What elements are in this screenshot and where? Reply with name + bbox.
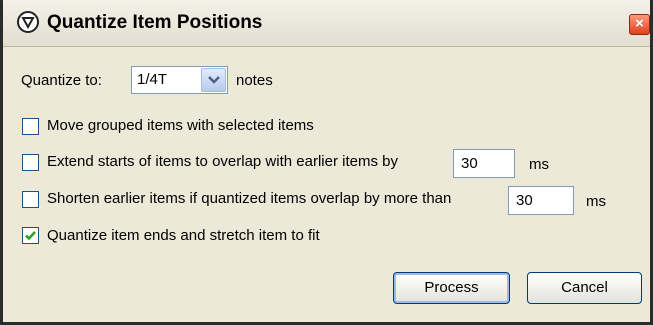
process-button[interactable]: Process xyxy=(393,272,510,304)
title-bar[interactable]: Quantize Item Positions × xyxy=(3,0,650,47)
checkmark-icon xyxy=(25,231,36,241)
move-grouped-label: Move grouped items with selected items xyxy=(47,117,314,134)
shorten-earlier-checkbox[interactable] xyxy=(22,191,39,208)
move-grouped-checkbox[interactable] xyxy=(22,118,39,135)
notes-unit-label: notes xyxy=(236,72,273,89)
quantize-ends-checkbox[interactable] xyxy=(22,227,39,244)
quantize-grid-value: 1/4T xyxy=(137,71,168,88)
quantize-ends-label: Quantize item ends and stretch item to f… xyxy=(47,227,320,244)
extend-starts-ms-input[interactable]: 30 xyxy=(453,149,515,178)
quantize-grid-select[interactable]: 1/4T xyxy=(131,66,228,94)
close-button[interactable]: × xyxy=(629,14,650,35)
cancel-button[interactable]: Cancel xyxy=(527,272,642,304)
chevron-down-icon[interactable] xyxy=(201,68,226,92)
shorten-earlier-ms-unit: ms xyxy=(586,193,606,210)
shorten-earlier-ms-input[interactable]: 30 xyxy=(508,186,574,215)
extend-starts-label: Extend starts of items to overlap with e… xyxy=(47,153,398,170)
extend-starts-ms-unit: ms xyxy=(529,156,549,173)
shorten-earlier-label: Shorten earlier items if quantized items… xyxy=(47,190,452,207)
app-logo-icon xyxy=(17,11,39,33)
dialog-title: Quantize Item Positions xyxy=(47,12,263,33)
quantize-to-label: Quantize to: xyxy=(21,72,102,89)
extend-starts-checkbox[interactable] xyxy=(22,154,39,171)
quantize-dialog: Quantize Item Positions × Quantize to: 1… xyxy=(0,0,653,325)
